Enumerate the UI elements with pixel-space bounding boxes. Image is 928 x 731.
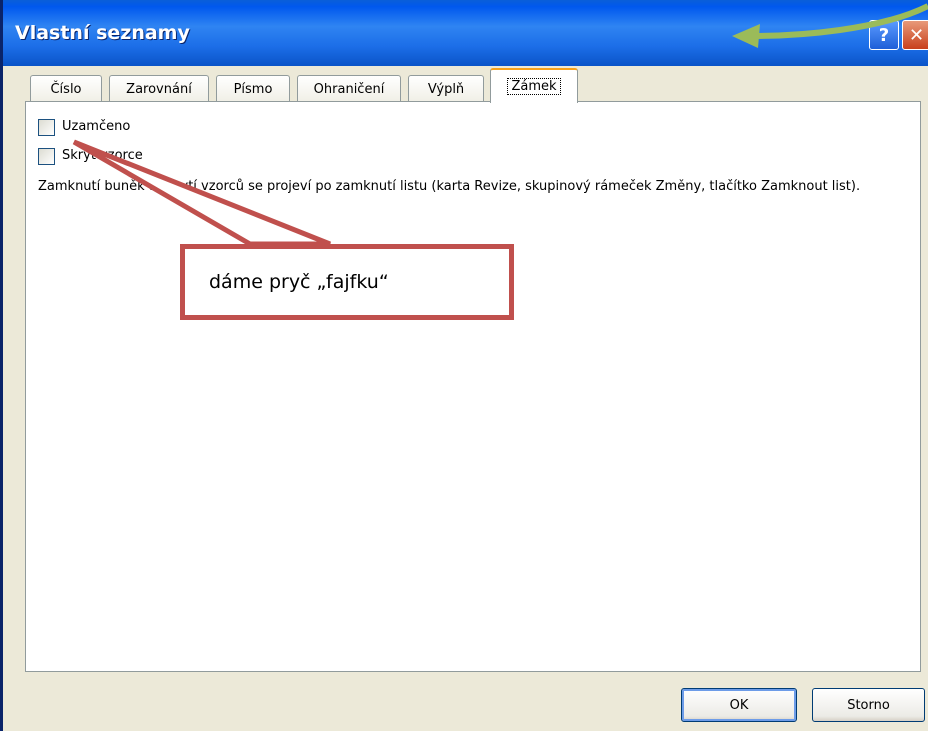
help-icon: ? — [878, 24, 890, 46]
callout-text: dáme pryč „fajfku“ — [209, 271, 389, 293]
hide-formulas-label[interactable]: Skrýt vzorce — [62, 148, 143, 163]
tab-panel-protection: Uzamčeno Skrýt vzorce Zamknutí buněk a s… — [25, 101, 921, 672]
close-button[interactable]: ✕ — [902, 20, 928, 50]
help-button[interactable]: ? — [869, 20, 899, 50]
tab-label: Číslo — [50, 81, 82, 97]
dialog-window: Vlastní seznamy ? ✕ Číslo Zarovnání Písm… — [0, 0, 928, 731]
tab-label: Zámek — [507, 78, 561, 95]
cancel-label: Storno — [847, 697, 890, 713]
cancel-button[interactable]: Storno — [812, 688, 925, 722]
locked-checkbox[interactable] — [38, 119, 55, 136]
ok-button[interactable]: OK — [681, 688, 797, 722]
tab-zamek[interactable]: Zámek — [490, 68, 578, 103]
tab-label: Ohraničení — [313, 81, 385, 97]
window-title: Vlastní seznamy — [15, 22, 190, 44]
protection-info-text: Zamknutí buněk a skrytí vzorců se projev… — [38, 179, 861, 194]
tab-zarovnani[interactable]: Zarovnání — [109, 75, 209, 102]
tab-vypln[interactable]: Výplň — [408, 75, 484, 102]
title-bar[interactable]: Vlastní seznamy ? ✕ — [3, 0, 928, 66]
close-icon: ✕ — [908, 24, 925, 46]
tab-cislo[interactable]: Číslo — [30, 75, 102, 102]
hide-formulas-checkbox[interactable] — [38, 148, 55, 165]
ok-label: OK — [729, 697, 749, 713]
tab-ohraniceni[interactable]: Ohraničení — [297, 75, 401, 102]
annotation-callout: dáme pryč „fajfku“ — [180, 244, 514, 320]
locked-label[interactable]: Uzamčeno — [62, 119, 130, 134]
tab-label: Písmo — [233, 81, 273, 97]
tab-label: Výplň — [427, 81, 465, 97]
tab-pismo[interactable]: Písmo — [216, 75, 290, 102]
tab-label: Zarovnání — [126, 81, 192, 97]
